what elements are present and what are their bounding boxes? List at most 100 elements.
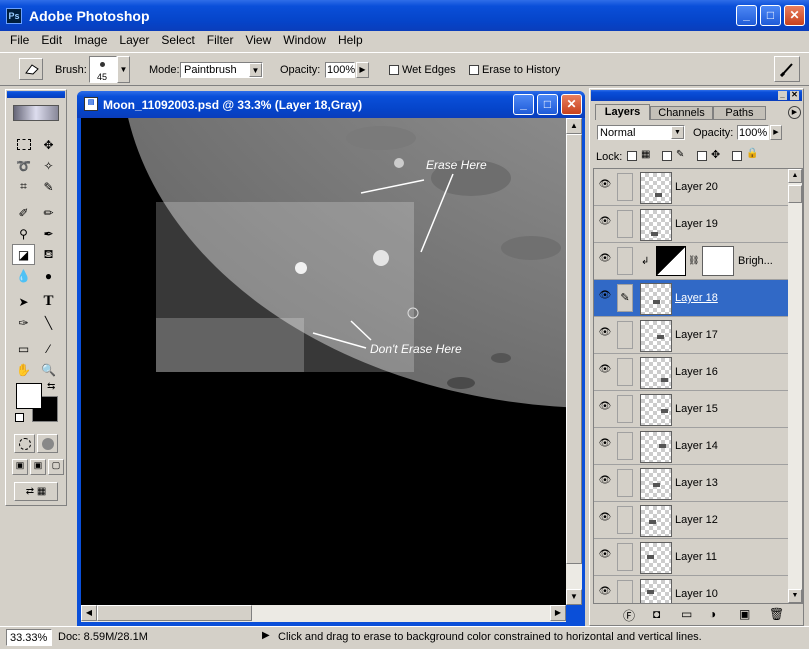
eraser-tool-icon[interactable]: ◪ bbox=[12, 244, 35, 265]
horizontal-scroll-thumb[interactable] bbox=[97, 605, 252, 621]
mode-select[interactable]: Paintbrush ▼ bbox=[180, 62, 263, 78]
visibility-eye-icon[interactable]: 👁 bbox=[597, 401, 613, 415]
palette-well-button[interactable] bbox=[774, 56, 800, 82]
doc-minimize-button[interactable]: _ bbox=[513, 94, 534, 115]
visibility-eye-icon[interactable]: 👁 bbox=[597, 549, 613, 563]
palette-minimize-icon[interactable]: _ bbox=[778, 91, 787, 100]
visibility-eye-icon[interactable]: 👁 bbox=[597, 475, 613, 489]
wet-edges-checkbox[interactable] bbox=[389, 65, 399, 75]
erase-history-checkbox[interactable] bbox=[469, 65, 479, 75]
pen-tool-icon[interactable]: ✑ bbox=[12, 312, 35, 333]
visibility-eye-icon[interactable]: 👁 bbox=[597, 512, 613, 526]
maximize-button[interactable]: □ bbox=[760, 5, 781, 26]
marquee-tool-icon[interactable] bbox=[12, 134, 35, 155]
healing-brush-tool-icon[interactable]: ✐ bbox=[12, 202, 35, 223]
crop-tool-icon[interactable]: ⌗ bbox=[12, 176, 35, 197]
layer-row-14[interactable]: 👁 Layer 14 bbox=[594, 428, 788, 465]
status-arrow-icon[interactable]: ▶ bbox=[262, 630, 270, 641]
scroll-right-arrow[interactable]: ▶ bbox=[550, 605, 566, 621]
layer-opacity-input[interactable]: 100% bbox=[737, 125, 769, 140]
layers-scroll-down-arrow[interactable]: ▼ bbox=[788, 589, 802, 603]
lock-position-checkbox[interactable] bbox=[697, 151, 707, 161]
menu-edit[interactable]: Edit bbox=[35, 31, 68, 50]
layer-row-11[interactable]: 👁 Layer 11 bbox=[594, 539, 788, 576]
adobe-online-icon[interactable] bbox=[13, 105, 59, 121]
paint-bucket-tool-icon[interactable]: ⛾ bbox=[37, 244, 60, 265]
layer-row-19[interactable]: 👁 Layer 19 bbox=[594, 206, 788, 243]
menu-filter[interactable]: Filter bbox=[201, 31, 240, 50]
layer-row-12[interactable]: 👁 Layer 12 bbox=[594, 502, 788, 539]
tab-channels[interactable]: Channels bbox=[650, 106, 713, 120]
screen-mode-standard-icon[interactable]: ▣ bbox=[12, 459, 28, 475]
layer-style-icon[interactable]: Ⓕ bbox=[623, 607, 635, 624]
foreground-color-swatch[interactable] bbox=[16, 383, 42, 409]
palette-menu-arrow-icon[interactable]: ▶ bbox=[788, 106, 801, 119]
menu-file[interactable]: File bbox=[4, 31, 35, 50]
lock-image-checkbox[interactable] bbox=[662, 151, 672, 161]
visibility-eye-icon[interactable]: 👁 bbox=[597, 586, 613, 600]
menu-view[interactable]: View bbox=[239, 31, 277, 50]
default-colors-icon[interactable] bbox=[15, 413, 24, 422]
screen-mode-full-icon[interactable]: ▢ bbox=[48, 459, 64, 475]
adjustment-layer-button-icon[interactable]: ◑ bbox=[709, 607, 716, 621]
eraser-tool-preset-icon[interactable] bbox=[19, 58, 43, 80]
new-group-icon[interactable]: ▭ bbox=[681, 607, 692, 621]
lasso-tool-icon[interactable]: ➰ bbox=[12, 155, 35, 176]
menu-window[interactable]: Window bbox=[277, 31, 332, 50]
doc-close-button[interactable]: ✕ bbox=[561, 94, 582, 115]
brush-dropdown-arrow[interactable]: ▼ bbox=[117, 56, 130, 83]
visibility-eye-icon[interactable]: 👁 bbox=[597, 253, 613, 267]
layer-row-13[interactable]: 👁 Layer 13 bbox=[594, 465, 788, 502]
layers-scroll-thumb[interactable] bbox=[788, 185, 802, 203]
layers-scrollbar[interactable]: ▲ ▼ bbox=[788, 169, 802, 603]
opacity-input[interactable]: 100% bbox=[325, 62, 355, 78]
magic-wand-tool-icon[interactable]: ✧ bbox=[37, 155, 60, 176]
menu-layer[interactable]: Layer bbox=[113, 31, 155, 50]
path-selection-tool-icon[interactable]: ➤ bbox=[12, 291, 35, 312]
zoom-tool-icon[interactable]: 🔍 bbox=[37, 359, 60, 380]
layer-row-15[interactable]: 👁 Layer 15 bbox=[594, 391, 788, 428]
trash-icon[interactable]: 🗑 bbox=[769, 607, 784, 621]
dodge-tool-icon[interactable]: ● bbox=[37, 265, 60, 286]
clone-stamp-tool-icon[interactable]: ⚲ bbox=[12, 223, 35, 244]
layers-scroll-up-arrow[interactable]: ▲ bbox=[788, 169, 802, 183]
layer-mask-icon[interactable]: ◘ bbox=[653, 607, 660, 621]
palette-close-icon[interactable]: ✕ bbox=[790, 91, 799, 100]
opacity-slider-arrow[interactable]: ▶ bbox=[356, 62, 369, 78]
vertical-scroll-thumb[interactable] bbox=[566, 134, 582, 564]
close-button[interactable]: ✕ bbox=[784, 5, 805, 26]
menu-help[interactable]: Help bbox=[332, 31, 369, 50]
lock-all-checkbox[interactable] bbox=[732, 151, 742, 161]
layer-row-18[interactable]: 👁 ✎ Layer 18 bbox=[594, 280, 788, 317]
pencil-tool-icon[interactable]: ✏ bbox=[37, 202, 60, 223]
jump-to-imageready-icon[interactable]: ⇄ ▦ bbox=[14, 482, 58, 501]
tab-paths[interactable]: Paths bbox=[713, 106, 766, 120]
standard-mode-button[interactable] bbox=[14, 434, 35, 453]
line-tool-icon[interactable]: ╲ bbox=[37, 312, 60, 333]
visibility-eye-icon[interactable]: 👁 bbox=[597, 290, 613, 304]
quick-mask-button[interactable] bbox=[37, 434, 58, 453]
doc-maximize-button[interactable]: □ bbox=[537, 94, 558, 115]
layer-row-17[interactable]: 👁 Layer 17 bbox=[594, 317, 788, 354]
eyedropper-tool-icon[interactable]: ⁄ bbox=[37, 338, 60, 359]
notes-tool-icon[interactable]: ▭ bbox=[12, 338, 35, 359]
layer-row-10[interactable]: 👁 Layer 10 bbox=[594, 576, 788, 603]
layer-opacity-slider-arrow[interactable]: ▶ bbox=[770, 125, 782, 140]
visibility-eye-icon[interactable]: 👁 bbox=[597, 179, 613, 193]
menu-select[interactable]: Select bbox=[155, 31, 200, 50]
tab-layers[interactable]: Layers bbox=[595, 104, 650, 120]
move-tool-icon[interactable]: ✥ bbox=[37, 134, 60, 155]
history-brush-tool-icon[interactable]: ✒ bbox=[37, 223, 60, 244]
layer-row-16[interactable]: 👁 Layer 16 bbox=[594, 354, 788, 391]
layer-row-20[interactable]: 👁 Layer 20 bbox=[594, 169, 788, 206]
hand-tool-icon[interactable]: ✋ bbox=[12, 359, 35, 380]
scroll-up-arrow[interactable]: ▲ bbox=[566, 118, 582, 134]
visibility-eye-icon[interactable]: 👁 bbox=[597, 438, 613, 452]
zoom-field[interactable]: 33.33% bbox=[6, 629, 52, 646]
type-tool-icon[interactable]: T bbox=[37, 291, 60, 312]
visibility-eye-icon[interactable]: 👁 bbox=[597, 364, 613, 378]
slice-tool-icon[interactable]: ✎ bbox=[37, 176, 60, 197]
visibility-eye-icon[interactable]: 👁 bbox=[597, 327, 613, 341]
lock-transparency-checkbox[interactable] bbox=[627, 151, 637, 161]
image-canvas[interactable]: Erase Here Don't Erase Here bbox=[81, 118, 566, 605]
